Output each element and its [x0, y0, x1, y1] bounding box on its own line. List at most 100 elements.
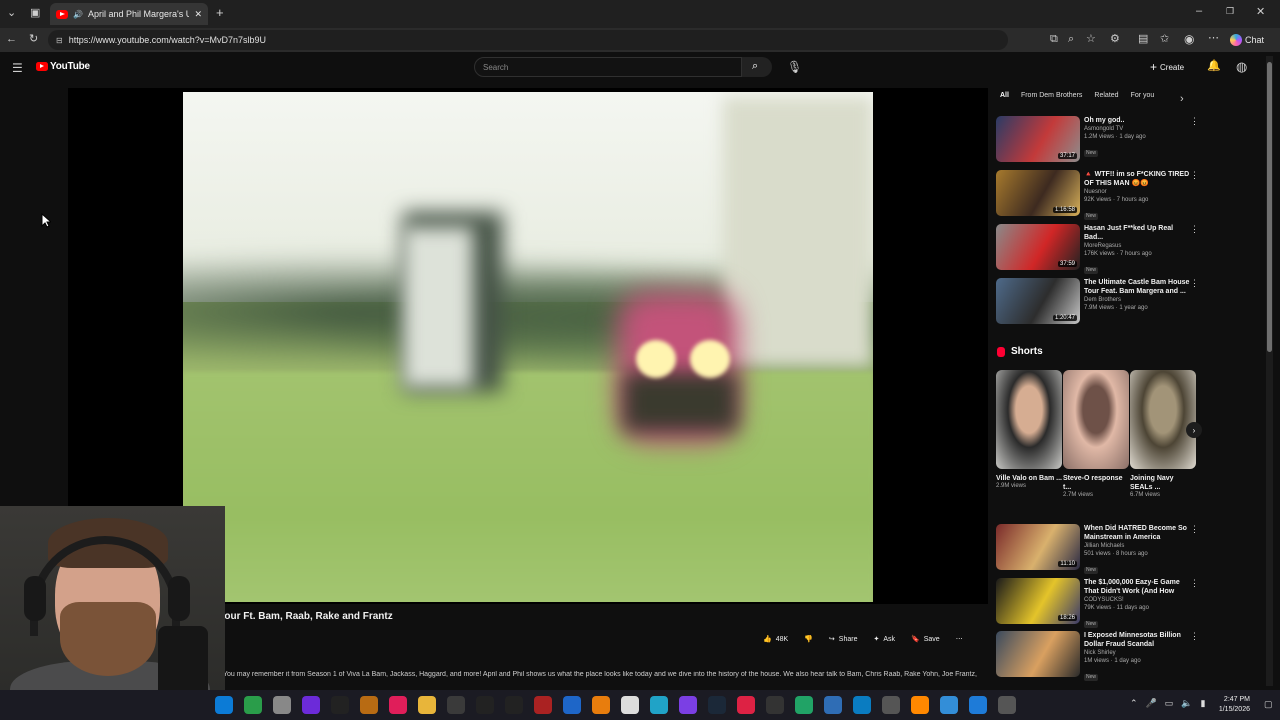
taskbar-clock[interactable]: 2:47 PM 1/15/2026	[1214, 695, 1250, 715]
video-title[interactable]: The Ultimate Castle Bam House Tour Feat.…	[1084, 278, 1190, 296]
vlc-icon[interactable]	[911, 696, 929, 714]
minimize-icon[interactable]: –	[1196, 6, 1202, 17]
window-close-icon[interactable]: ✕	[1256, 7, 1265, 18]
notifications-bell-icon[interactable]: 🔔	[1207, 61, 1221, 72]
short-item[interactable]: Steve-O response t... 2.7M views	[1063, 370, 1129, 500]
recommended-video[interactable]: 37:59 Hasan Just F**ked Up Real Bad... Mor…	[996, 224, 1199, 274]
save-button[interactable]: 🔖 Save	[906, 632, 945, 646]
app-available-icon[interactable]: ⧉	[1050, 34, 1058, 45]
favorite-star-icon[interactable]: ☆	[1086, 34, 1096, 45]
short-item[interactable]: Joining Navy SEALs ... 6.7M views	[1130, 370, 1196, 500]
video-thumbnail[interactable]: 37:17	[996, 116, 1080, 162]
dislike-button[interactable]: 👎	[799, 632, 818, 646]
favorites-icon[interactable]: ✩	[1160, 34, 1169, 45]
extensions-icon[interactable]: ⚙	[1110, 34, 1120, 45]
short-title[interactable]: Steve-O response t...	[1063, 474, 1129, 492]
volume-icon[interactable]: 🔈	[1181, 698, 1192, 709]
blender-icon[interactable]	[592, 696, 610, 714]
video-menu-icon[interactable]: ⋮	[1190, 278, 1199, 289]
video-title[interactable]: I Exposed Minnesotas Billion Dollar Frau…	[1084, 631, 1190, 649]
obs-icon[interactable]	[302, 696, 320, 714]
video-menu-icon[interactable]: ⋮	[1190, 578, 1199, 589]
short-thumbnail[interactable]	[996, 370, 1062, 469]
video-menu-icon[interactable]: ⋮	[1190, 170, 1199, 181]
more-menu-icon[interactable]: ⋯	[1208, 33, 1219, 44]
chip-related[interactable]: Related	[1094, 92, 1118, 99]
speaker-icon[interactable]: 🔊	[73, 10, 83, 19]
short-thumbnail[interactable]	[1063, 370, 1129, 469]
video-title[interactable]: Hasan Just F**ked Up Real Bad...	[1084, 224, 1190, 242]
video-title[interactable]: 🔺 WTF!! im so F*CKING TIRED OF THIS MAN …	[1084, 170, 1190, 188]
copilot-chat-button[interactable]: Chat	[1230, 32, 1264, 48]
ask-button[interactable]: ✦ Ask	[868, 632, 900, 646]
edge-icon[interactable]	[215, 696, 233, 714]
chrome-icon[interactable]	[244, 696, 262, 714]
close-tab-icon[interactable]: ✕	[194, 9, 202, 20]
tiktok-icon[interactable]	[389, 696, 407, 714]
maximize-icon[interactable]: ❐	[1226, 7, 1234, 16]
chip-for-you[interactable]: For you	[1131, 92, 1155, 99]
app-icon-7[interactable]	[853, 696, 871, 714]
calculator-icon[interactable]	[447, 696, 465, 714]
chips-next-icon[interactable]: ›	[1180, 94, 1184, 105]
recommended-video[interactable]: I Exposed Minnesotas Billion Dollar Frau…	[996, 631, 1199, 681]
app-icon-6[interactable]	[824, 696, 842, 714]
app-icon-3[interactable]	[563, 696, 581, 714]
search-input[interactable]: Search	[474, 57, 742, 77]
video-menu-icon[interactable]: ⋮	[1190, 224, 1199, 235]
app-icon-4[interactable]	[650, 696, 668, 714]
create-button[interactable]: + Create	[1150, 60, 1184, 74]
folder-icon[interactable]	[418, 696, 436, 714]
more-actions-button[interactable]: ⋯	[951, 632, 968, 646]
channel-name[interactable]: Asmongold TV	[1084, 125, 1190, 133]
tool-icon[interactable]	[766, 696, 784, 714]
video-title[interactable]: When Did HATRED Become So Mainstream in …	[1084, 524, 1190, 542]
short-thumbnail[interactable]	[1130, 370, 1196, 469]
search-button[interactable]: ⌕	[742, 57, 772, 77]
app-icon[interactable]	[331, 696, 349, 714]
browser-tab-active[interactable]: 🔊 April and Phil Margera's Ulti ✕	[50, 3, 208, 25]
reload-icon[interactable]: ↻	[29, 34, 38, 45]
channel-name[interactable]: Dem Brothers	[1084, 296, 1190, 304]
back-icon[interactable]: ←	[6, 34, 17, 45]
video-title[interactable]: Oh my god..	[1084, 116, 1190, 125]
settings-icon[interactable]	[273, 696, 291, 714]
app-icon-10[interactable]	[998, 696, 1016, 714]
network-icon[interactable]: ▭	[1165, 698, 1174, 709]
app-icon-9[interactable]	[940, 696, 958, 714]
new-tab-icon[interactable]: +	[216, 6, 224, 19]
notification-center-icon[interactable]: ▢	[1264, 700, 1273, 709]
audio-icon[interactable]	[360, 696, 378, 714]
address-bar[interactable]: ⊟ https://www.youtube.com/watch?v=MvD7n7…	[48, 30, 1008, 50]
video-thumbnail[interactable]: 11:10	[996, 524, 1080, 570]
workspaces-icon[interactable]: ▣	[30, 8, 40, 19]
youtube-logo[interactable]: YouTube	[36, 61, 90, 72]
chip-all[interactable]: All	[1000, 92, 1009, 99]
tab-list-icon[interactable]: ⌄	[7, 8, 16, 19]
video-description[interactable]: You may remember it from Season 1 of Viv…	[223, 671, 983, 678]
file-icon[interactable]	[621, 696, 639, 714]
channel-name[interactable]: MoreRegasus	[1084, 242, 1190, 250]
video-frame[interactable]	[183, 92, 873, 602]
channel-name[interactable]: Nuesnor	[1084, 188, 1190, 196]
video-thumbnail[interactable]: 37:59	[996, 224, 1080, 270]
mail-icon[interactable]	[969, 696, 987, 714]
video-thumbnail[interactable]: 1:20:47	[996, 278, 1080, 324]
zoom-icon[interactable]: ⌕	[1068, 34, 1074, 45]
pen-icon[interactable]	[737, 696, 755, 714]
video-menu-icon[interactable]: ⋮	[1190, 631, 1199, 642]
tray-expand-icon[interactable]: ⌃	[1130, 698, 1138, 709]
hamburger-menu-icon[interactable]: ☰	[12, 62, 23, 74]
video-thumbnail[interactable]: 1:16:58	[996, 170, 1080, 216]
voice-search-icon[interactable]: 🎙	[787, 61, 802, 73]
steam-icon[interactable]	[708, 696, 726, 714]
battery-icon[interactable]: ▮	[1201, 698, 1206, 709]
app-icon-8[interactable]	[882, 696, 900, 714]
excel-icon[interactable]	[795, 696, 813, 714]
profile-avatar-icon[interactable]: ◉	[1184, 33, 1194, 45]
recommended-video[interactable]: 18:26 The $1,000,000 Eazy-E Game That Did…	[996, 578, 1199, 628]
shorts-next-icon[interactable]: ›	[1186, 422, 1202, 438]
app-icon-2[interactable]	[534, 696, 552, 714]
recommended-video[interactable]: 37:17 Oh my god.. Asmongold TV 1.2M views ·…	[996, 116, 1199, 162]
split-screen-icon[interactable]: ▤	[1138, 34, 1148, 45]
